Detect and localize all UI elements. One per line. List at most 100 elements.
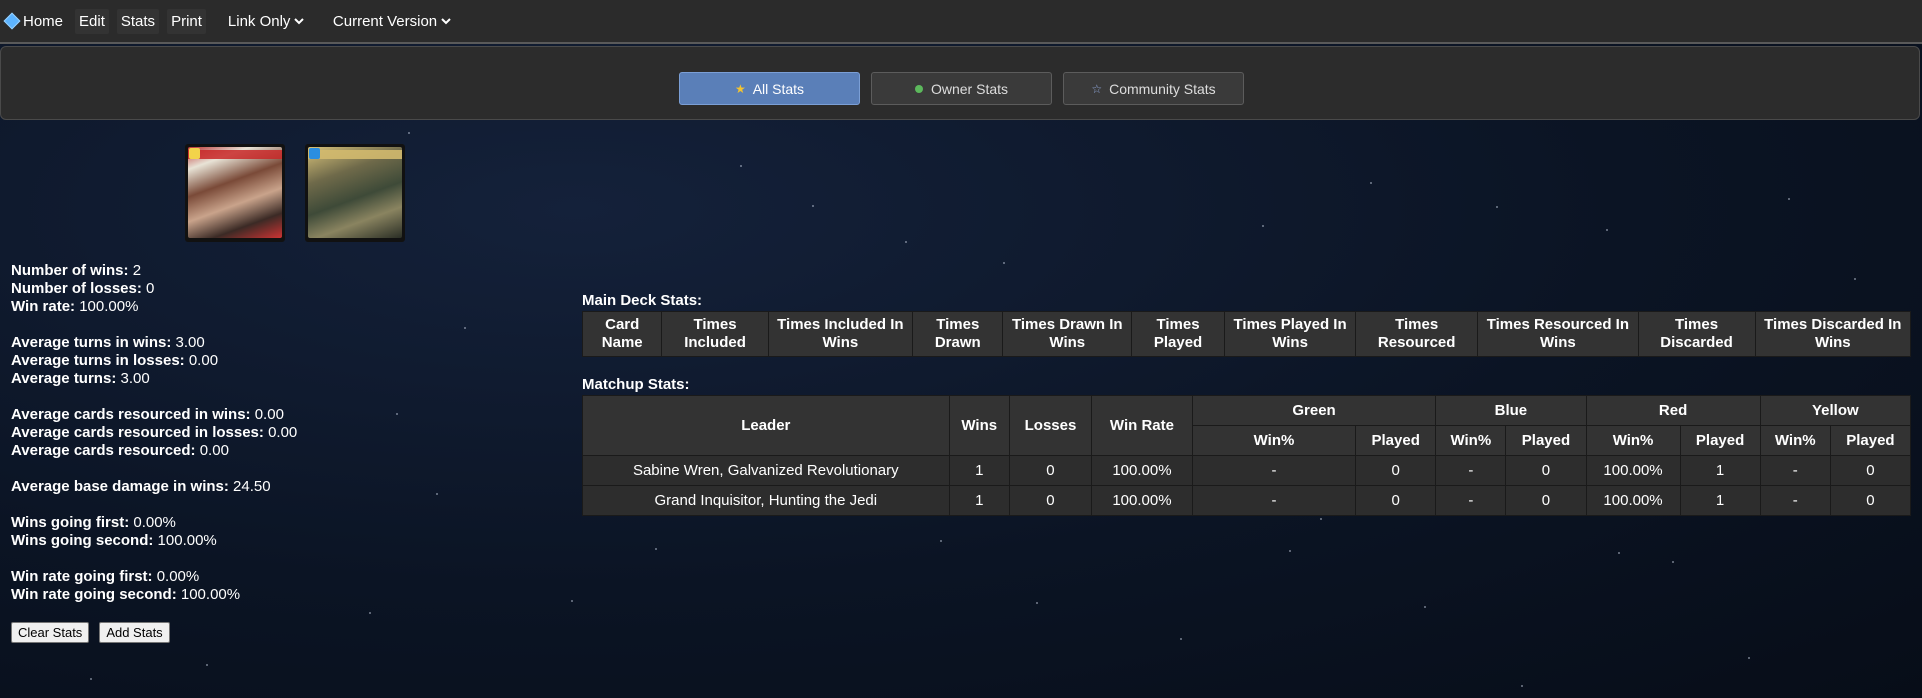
matchup-cell-red-pct: 100.00% <box>1585 485 1681 516</box>
col-blue: Blue <box>1435 395 1587 426</box>
stat-avg-turns-wins: Average turns in wins: 3.00 <box>11 334 205 351</box>
main-deck-title: Main Deck Stats: <box>582 292 703 309</box>
leader-card-cost-badge <box>189 148 200 159</box>
matchup-cell-leader: Sabine Wren, Galvanized Revolutionary <box>582 455 950 486</box>
stat-wins-second: Wins going second: 100.00% <box>11 532 217 549</box>
matchup-cell-wins: 1 <box>948 455 1010 486</box>
summary-stats: Number of wins: 2 Number of losses: 0 Wi… <box>11 262 297 604</box>
leader-card-art <box>188 147 282 238</box>
matchup-cell-blue-played: 0 <box>1505 455 1587 486</box>
main-deck-col: Times Played <box>1131 311 1225 357</box>
main-deck-col: Times Resourced In Wins <box>1477 311 1639 357</box>
col-yellow: Yellow <box>1759 395 1912 426</box>
col-red: Red <box>1585 395 1761 426</box>
col-losses: Losses <box>1008 395 1093 456</box>
tab-owner-stats[interactable]: Owner Stats <box>871 72 1052 105</box>
main-deck-col: Times Discarded In Wins <box>1754 311 1912 357</box>
stat-wr-first: Win rate going first: 0.00% <box>11 568 200 585</box>
matchup-cell-yellow-pct: - <box>1759 485 1831 516</box>
matchup-cell-winrate: 100.00% <box>1091 485 1193 516</box>
home-button[interactable]: Home <box>2 9 67 34</box>
matchup-header-row: Leader Wins Losses Win Rate Green Blue R… <box>582 395 1912 456</box>
print-button[interactable]: Print <box>167 8 206 34</box>
col-red-played: Played <box>1679 425 1761 456</box>
main-deck-col: Times Discarded <box>1637 311 1756 357</box>
main-deck-table: Card Name Times Included Times Included In… <box>581 311 1912 357</box>
matchup-cell-red-played: 1 <box>1679 455 1761 486</box>
main-deck-header-row: Card Name Times Included Times Included In… <box>581 311 1912 357</box>
matchup-cell-green-pct: - <box>1191 455 1357 486</box>
col-blue-winpct: Win% <box>1435 425 1507 456</box>
version-select[interactable]: Current Version <box>328 9 454 33</box>
stats-button[interactable]: Stats <box>116 8 160 34</box>
matchup-row: Grand Inquisitor, Hunting the Jedi 1 0 100.… <box>582 485 1912 516</box>
stat-wins: Number of wins: 2 <box>11 262 142 279</box>
stat-avg-res-losses: Average cards resourced in losses: 0.00 <box>11 424 298 441</box>
tab-owner-stats-label: Owner Stats <box>930 80 1009 97</box>
col-green-winpct: Win% <box>1191 425 1357 456</box>
stat-losses: Number of losses: 0 <box>11 280 155 297</box>
main-deck-col: Times Resourced <box>1355 311 1479 357</box>
top-navigation-bar: Home Edit Stats Print Link Only Current … <box>0 0 1922 44</box>
matchup-table: Leader Wins Losses Win Rate Green Blue R… <box>582 395 1912 516</box>
edit-button[interactable]: Edit <box>75 8 109 34</box>
stat-wins-first: Wins going first: 0.00% <box>11 514 176 531</box>
main-deck-col: Times Drawn In Wins <box>1002 311 1133 357</box>
main-deck-col: Times Included In Wins <box>767 311 914 357</box>
col-wins: Wins <box>948 395 1010 456</box>
stats-actions: Clear Stats Add Stats <box>11 622 180 643</box>
matchup-title: Matchup Stats: <box>582 376 690 393</box>
col-red-winpct: Win% <box>1585 425 1681 456</box>
base-card-image[interactable] <box>305 144 405 242</box>
main-deck-col: Card Name <box>581 311 663 357</box>
tab-all-stats[interactable]: ★ All Stats <box>679 72 860 105</box>
leader-card-image[interactable] <box>185 144 285 242</box>
main-deck-col: Times Included <box>661 311 769 357</box>
col-yellow-played: Played <box>1829 425 1912 456</box>
col-green-played: Played <box>1355 425 1437 456</box>
clear-stats-button[interactable]: Clear Stats <box>11 622 90 643</box>
matchup-cell-losses: 0 <box>1008 455 1093 486</box>
sharing-select[interactable]: Link Only <box>223 9 307 33</box>
home-diamond-icon <box>3 12 21 30</box>
base-card-title-band <box>308 150 402 159</box>
stat-avg-damage: Average base damage in wins: 24.50 <box>11 478 271 495</box>
stats-tab-bar: ★ All Stats Owner Stats ☆ Community Stat… <box>0 46 1920 120</box>
matchup-cell-winrate: 100.00% <box>1091 455 1193 486</box>
matchup-cell-blue-pct: - <box>1435 485 1507 516</box>
matchup-cell-blue-pct: - <box>1435 455 1507 486</box>
tab-community-stats[interactable]: ☆ Community Stats <box>1063 72 1244 105</box>
matchup-row: Sabine Wren, Galvanized Revolutionary 1 0 1… <box>582 455 1912 486</box>
add-stats-button[interactable]: Add Stats <box>99 622 170 643</box>
stat-avg-res-wins: Average cards resourced in wins: 0.00 <box>11 406 284 423</box>
matchup-cell-yellow-pct: - <box>1759 455 1831 486</box>
base-card-hp-badge <box>309 148 320 159</box>
leader-card-title-band <box>188 150 282 159</box>
matchup-cell-red-played: 1 <box>1679 485 1761 516</box>
tab-community-stats-label: Community Stats <box>1109 80 1216 97</box>
col-winrate: Win Rate <box>1091 395 1193 456</box>
matchup-cell-green-played: 0 <box>1355 485 1437 516</box>
matchup-cell-yellow-played: 0 <box>1829 455 1912 486</box>
col-leader: Leader <box>582 395 950 456</box>
col-blue-played: Played <box>1505 425 1587 456</box>
stat-avg-turns: Average turns: 3.00 <box>11 370 150 387</box>
stat-winrate: Win rate: 100.00% <box>11 298 139 315</box>
main-deck-col: Times Drawn <box>912 311 1004 357</box>
matchup-cell-blue-played: 0 <box>1505 485 1587 516</box>
main-deck-col: Times Played In Wins <box>1223 311 1357 357</box>
matchup-cell-yellow-played: 0 <box>1829 485 1912 516</box>
star-icon: ★ <box>734 81 746 96</box>
tab-all-stats-label: All Stats <box>752 80 805 97</box>
matchup-cell-wins: 1 <box>948 485 1010 516</box>
home-label: Home <box>23 12 64 30</box>
col-green: Green <box>1191 395 1437 426</box>
matchup-cell-losses: 0 <box>1008 485 1093 516</box>
base-card-art <box>308 147 402 238</box>
stat-avg-turns-losses: Average turns in losses: 0.00 <box>11 352 219 369</box>
col-yellow-winpct: Win% <box>1759 425 1831 456</box>
matchup-cell-leader: Grand Inquisitor, Hunting the Jedi <box>582 485 950 516</box>
outline-star-icon: ☆ <box>1091 81 1103 96</box>
green-dot-icon <box>914 84 923 93</box>
matchup-cell-red-pct: 100.00% <box>1585 455 1681 486</box>
